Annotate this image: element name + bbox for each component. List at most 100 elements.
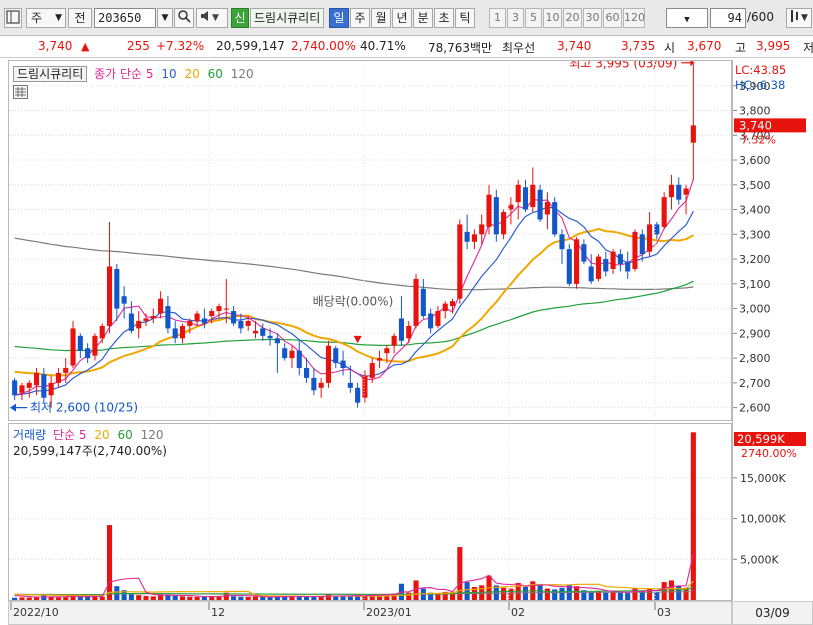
candle-body [106,266,113,326]
candle-body [19,385,25,393]
volume-bar [588,591,594,600]
volume-bar [245,596,251,600]
layout-icon[interactable] [4,8,22,28]
legend-vma20: 20 [94,428,110,442]
prev-button[interactable]: 전 [68,8,92,28]
interval-button-5[interactable]: 5 [525,8,542,28]
volume-bar [172,595,178,600]
tab-6[interactable]: 틱 [455,8,475,28]
interval-button-20[interactable]: 20 [563,8,582,28]
interval-button-30[interactable]: 30 [583,8,602,28]
candle-body [55,372,61,383]
candle-body [471,234,477,242]
tab-1[interactable]: 주 [350,8,370,28]
x-tick-label: 2023/01 [366,606,412,619]
interval-button-10[interactable]: 10 [543,8,562,28]
x-tick-label: 2022/10 [13,606,59,619]
volume-bar [559,587,565,600]
candle-body [391,335,397,346]
legend-vma120: 120 [140,428,164,442]
candle-body [267,335,273,339]
count-input[interactable]: 94 [710,8,746,28]
chart-settings-icon: ▼ [791,10,808,23]
candle-body [209,311,215,317]
price-chart-pane[interactable]: 최고 3,995 (03/09) 최저 2,600 (10/25) 배당락(0.00… [8,60,732,421]
tab-3[interactable]: 년 [392,8,412,28]
new-badge: 신 [231,8,249,28]
volume-bar [544,588,550,600]
candle-body [603,259,609,272]
candle-body [187,320,193,326]
low-annotation: 최저 2,600 (10/25) [30,401,138,415]
candle-body [128,313,134,331]
volume-bar [574,586,580,600]
stock-name: 드림시큐리티 [254,11,321,25]
stock-code-input[interactable]: 203650 [94,8,156,28]
volume-bar [464,582,470,600]
tab-0[interactable]: 일 [329,8,349,28]
volume-bar [99,596,105,600]
settings-button[interactable]: ▼ [786,8,812,28]
x-tick-label: 12 [211,606,225,619]
candle-body [99,325,105,339]
tab-4[interactable]: 분 [413,8,433,28]
candle-body [442,303,448,312]
candle-body [588,266,594,282]
candle-body [347,382,353,388]
volume-current-tag: 20,599K [737,432,785,446]
candle-body [690,125,696,143]
up-arrow-icon: ▲ [81,40,90,53]
volume-bar [252,596,259,600]
interval-button-1[interactable]: 1 [489,8,506,28]
candle-body [26,382,32,388]
volume-bar [85,596,91,600]
stock-name-field[interactable]: 드림시큐리티 [250,8,324,28]
volume-bar [19,597,25,600]
candle-body [355,387,361,403]
legend-ma-title: 종가 단순 [94,67,143,81]
dropdown-arrow[interactable]: ▼ [666,8,708,28]
interval-button-60[interactable]: 60 [603,8,622,28]
candle-body [77,335,83,351]
candle-body [530,184,536,208]
legend-ma5: 5 [145,67,154,81]
candle-body [501,212,507,235]
volume-bar [136,595,142,600]
search-button[interactable] [174,8,194,28]
candle-body [464,231,470,242]
high-price: 3,995 [756,39,791,53]
candle-body [522,187,529,210]
candle-body [340,360,346,369]
candle-body [486,194,492,227]
tab-5[interactable]: 초 [434,8,454,28]
period-select[interactable]: 주 ▼ [26,8,66,28]
candle-body [136,320,142,329]
volume-chart-pane[interactable]: 거래량 단순 5 20 60 120 20,599,147주(2,740.00%… [8,423,732,601]
interval-button-120[interactable]: 120 [623,8,645,28]
bid-price: 3,735 [621,39,656,53]
table-icon[interactable] [13,85,28,99]
sound-button[interactable]: ▼ [196,8,228,28]
candle-body [150,316,156,319]
volume-ratio: 2,740.00% [291,39,356,53]
price-change-pct: +7.32% [156,39,205,53]
legend-stock-name: 드림시큐리티 [13,66,88,82]
volume-bar [201,596,207,600]
volume-current-text: 20,599,147주(2,740.00%) [13,444,167,458]
candle-body [581,244,587,262]
volume-pct-tag: 2740.00% [741,447,797,460]
x-axis: 2022/10 12 2023/01 02 03 [8,601,732,625]
price-change: 255 [127,39,150,53]
tab-2[interactable]: 월 [371,8,391,28]
candle-body [274,338,280,344]
volume-tick-label: 5,000K [740,553,779,566]
candle-body [420,288,426,317]
interval-button-3[interactable]: 3 [507,8,524,28]
candle-body [595,256,602,279]
candle-body [33,372,40,386]
volume-bar [260,596,266,600]
code-dropdown-button[interactable]: ▼ [157,8,173,28]
open-label: 시 [664,41,676,55]
svg-text:▼: ▼ [212,13,219,23]
volume-bar [41,595,47,600]
